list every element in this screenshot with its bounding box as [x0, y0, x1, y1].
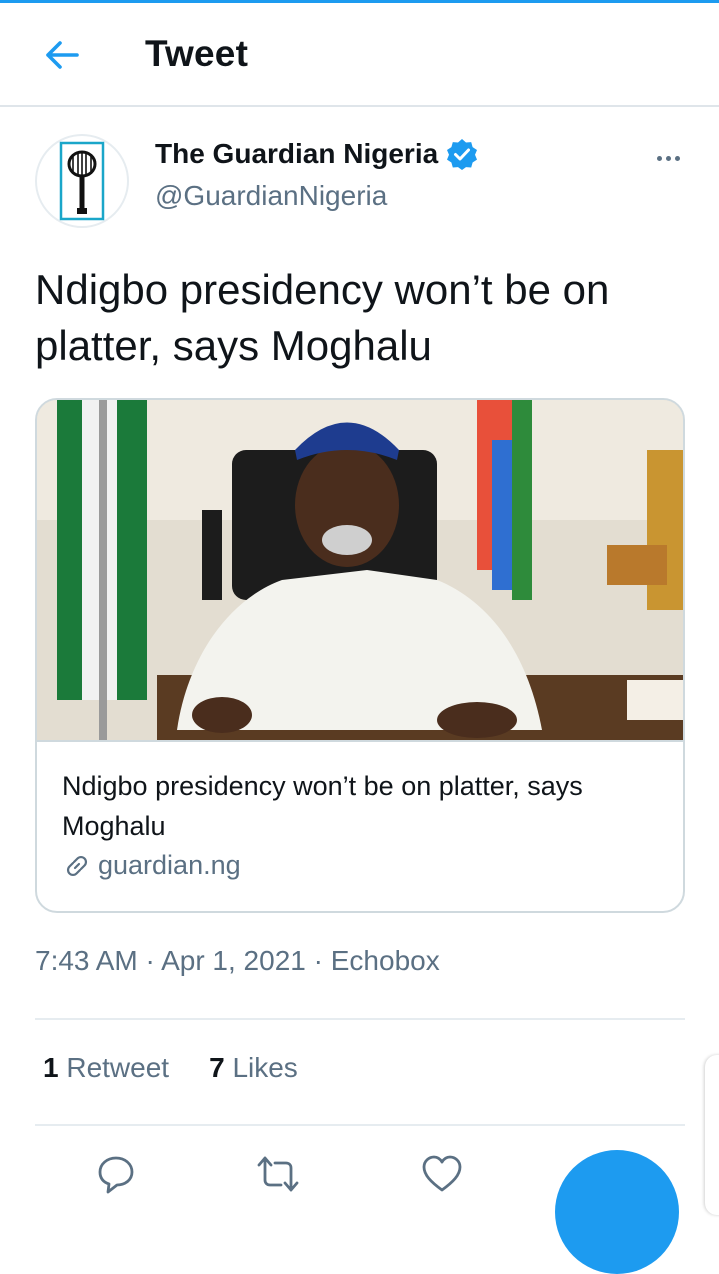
author-name: The Guardian Nigeria [155, 138, 439, 169]
divider [35, 1124, 685, 1126]
meta-separator: · [145, 945, 155, 976]
card-domain-row: guardian.ng [62, 850, 659, 881]
divider [35, 1018, 685, 1020]
meta-separator: · [313, 945, 323, 976]
card-image [37, 400, 683, 740]
card-body: Ndigbo presidency won’t be on platter, s… [37, 740, 683, 911]
heart-icon [422, 1155, 462, 1192]
like-button[interactable] [420, 1154, 464, 1198]
retweet-icon [257, 1156, 299, 1192]
avatar[interactable] [35, 134, 129, 228]
more-dot-icon [665, 155, 671, 161]
tweet-source: Echobox [330, 945, 440, 976]
likes-stat[interactable]: 7 Likes [209, 1052, 298, 1084]
edge-panel-handle[interactable] [705, 1055, 719, 1215]
app-header: Tweet [0, 3, 719, 107]
card-photo [37, 400, 683, 740]
retweets-count: 1 [43, 1052, 59, 1083]
more-dot-icon [674, 155, 680, 161]
author-name-row[interactable]: The Guardian Nigeria [155, 138, 478, 170]
retweets-stat[interactable]: 1 Retweet [43, 1052, 169, 1084]
more-options-button[interactable] [648, 146, 688, 170]
link-card[interactable]: Ndigbo presidency won’t be on platter, s… [35, 398, 685, 913]
tweet-time[interactable]: 7:43 AM [35, 945, 138, 976]
compose-fab-button[interactable] [555, 1150, 679, 1274]
likes-label: Likes [232, 1052, 298, 1083]
arrow-left-icon [46, 41, 79, 69]
card-domain: guardian.ng [98, 850, 241, 880]
tweet-date[interactable]: Apr 1, 2021 [161, 945, 306, 976]
reply-icon [98, 1156, 134, 1194]
tweet-text: Ndigbo presidency won’t be on platter, s… [35, 266, 610, 369]
reply-button[interactable] [94, 1154, 138, 1198]
tweet-stats: 1 Retweet 7 Likes [43, 1052, 298, 1084]
tweet-meta: 7:43 AM · Apr 1, 2021 · Echobox [35, 945, 440, 977]
author-handle[interactable]: @GuardianNigeria [155, 180, 387, 212]
likes-count: 7 [209, 1052, 225, 1083]
link-icon [66, 855, 88, 876]
card-title: Ndigbo presidency won’t be on platter, s… [62, 771, 583, 841]
guardian-logo-icon [59, 141, 105, 221]
retweet-button[interactable] [256, 1154, 300, 1198]
retweets-label: Retweet [66, 1052, 170, 1083]
page-title: Tweet [145, 33, 249, 74]
back-button[interactable] [38, 33, 86, 77]
more-dot-icon [656, 155, 662, 161]
verified-badge-icon [447, 139, 478, 170]
